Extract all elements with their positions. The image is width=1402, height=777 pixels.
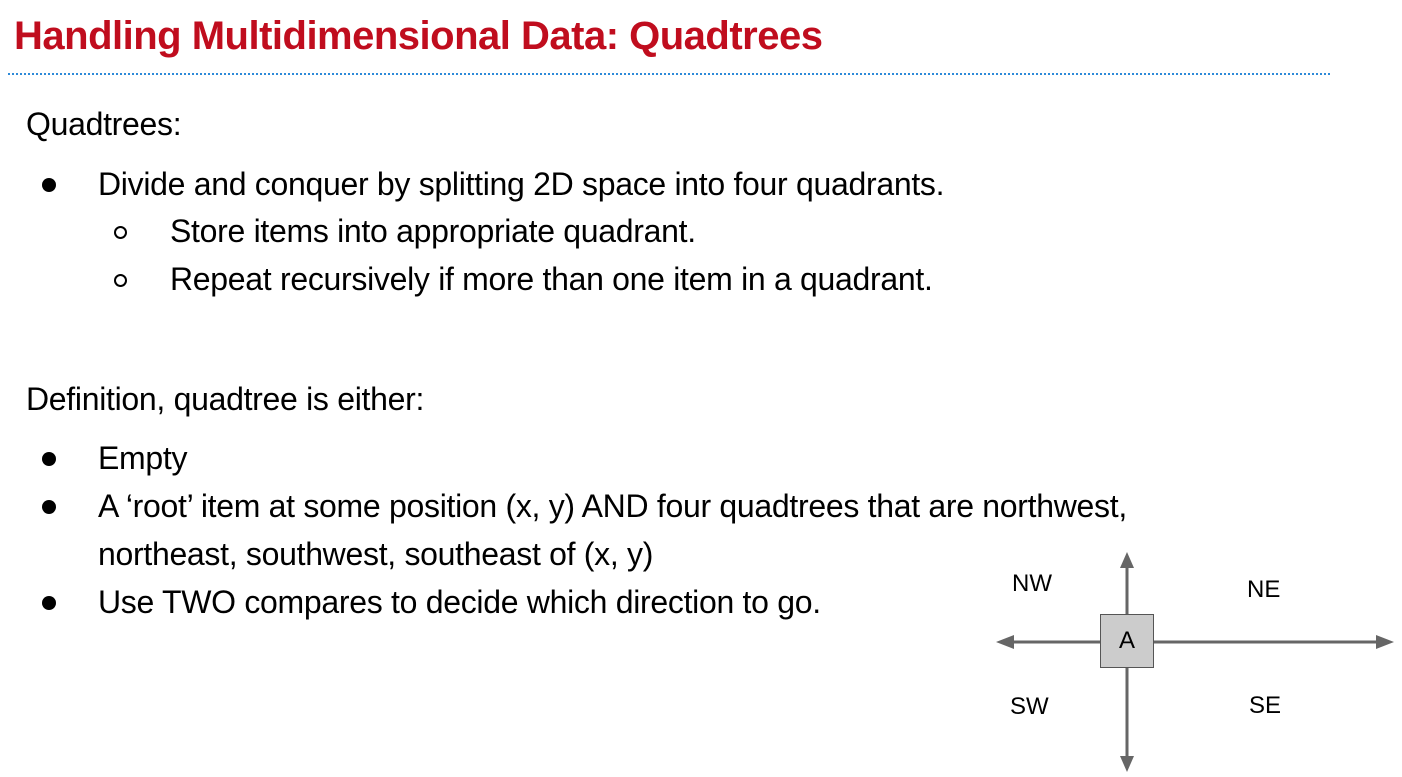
label-se: SE [1249,692,1282,719]
bullet-icon [42,596,56,610]
label-ne: NE [1247,576,1281,603]
hollow-bullet-icon [114,274,127,287]
hollow-bullet-icon [114,226,127,239]
label-nw: NW [1012,570,1052,597]
bullet-icon [42,178,56,192]
bullet-icon [42,500,56,514]
sub-bullet-text: Store items into appropriate quadrant. [170,213,696,249]
bullet-text: Empty [98,440,188,476]
bullet-text: A ‘root’ item at some position (x, y) AN… [98,488,1127,524]
bullet-text: Divide and conquer by splitting 2D space… [98,166,945,202]
root-node: A [1100,614,1154,668]
north-arrowhead-icon [1120,552,1134,568]
slide-title: Handling Multidimensional Data: Quadtree… [14,14,823,58]
bullet-icon [42,452,56,466]
section-heading-quadtrees: Quadtrees: [26,106,182,142]
quadtree-diagram: A NW NE SW SE [990,548,1394,774]
section-heading-definition: Definition, quadtree is either: [26,381,425,417]
slide: Handling Multidimensional Data: Quadtree… [0,0,1402,777]
label-sw: SW [1010,693,1049,720]
title-divider [8,73,1330,75]
south-arrowhead-icon [1120,756,1134,772]
bullet-text: Use TWO compares to decide which directi… [98,584,821,620]
sub-bullet-text: Repeat recursively if more than one item… [170,261,933,297]
bullet-text-continuation: northeast, southwest, southeast of (x, y… [98,536,654,572]
west-arrowhead-icon [996,635,1014,649]
east-arrowhead-icon [1376,635,1394,649]
